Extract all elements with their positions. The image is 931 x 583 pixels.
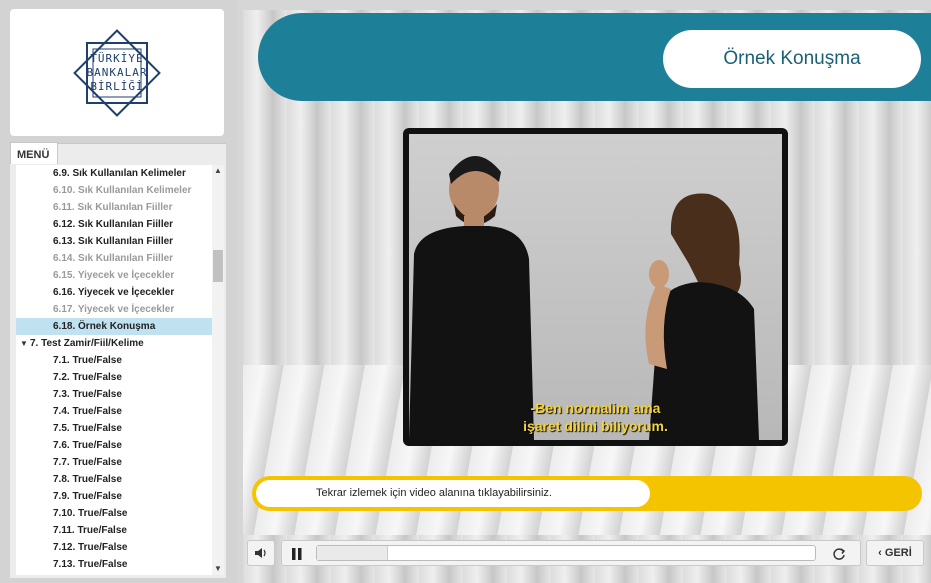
menu-section[interactable]: ▼ 7. Test Zamir/Fiil/Kelime <box>16 335 212 352</box>
menu-item-label: 7.12. True/False <box>53 542 128 553</box>
menu-item-label: 6.18. Örnek Konuşma <box>53 321 156 332</box>
menu-scrollbar[interactable]: ▲ ▼ <box>212 165 224 575</box>
page-title: Örnek Konuşma <box>663 30 921 88</box>
video-frame[interactable]: -Ben normalim ama işaret dilini biliyoru… <box>409 134 782 440</box>
volume-icon <box>255 548 266 558</box>
pause-button[interactable] <box>288 545 306 563</box>
menu-item[interactable]: 7.3. True/False <box>16 386 212 403</box>
logo-line-1: TÜRKİYE <box>90 51 144 65</box>
menu-item[interactable]: 7.11. True/False <box>16 522 212 539</box>
info-bar: Tekrar izlemek için video alanına tıklay… <box>252 476 922 511</box>
menu-item-label: 7.5. True/False <box>53 423 122 434</box>
video-scene <box>409 155 759 440</box>
menu-item[interactable]: 7.10. True/False <box>16 505 212 522</box>
replay-icon <box>833 548 846 560</box>
progress-fill <box>317 546 388 560</box>
menu-item[interactable]: 6.11. Sık Kullanılan Fiiller <box>16 199 212 216</box>
menu-item-label: 6.14. Sık Kullanılan Fiiller <box>53 253 174 264</box>
menu-panel: MENÜ 6.9. Sık Kullanılan Kelimeler 6.10. … <box>10 142 226 578</box>
menu-item[interactable]: 7.5. True/False <box>16 420 212 437</box>
menu-item-label: 7.13. True/False <box>53 559 128 570</box>
menu-item-label: 6.9. Sık Kullanılan Kelimeler <box>53 168 186 179</box>
menu-item[interactable]: 7.4. True/False <box>16 403 212 420</box>
logo-line-3: BİRLİĞİ <box>90 79 144 93</box>
progress-track[interactable] <box>316 545 816 561</box>
menu-item-label: 7.1. True/False <box>53 355 122 366</box>
menu-item-label: 7.7. True/False <box>53 457 122 468</box>
info-message: Tekrar izlemek için video alanına tıklay… <box>256 480 650 507</box>
menu-item-label: 7.4. True/False <box>53 406 122 417</box>
menu-item[interactable]: 6.9. Sık Kullanılan Kelimeler <box>16 165 212 182</box>
menu-item-label: 7. Test Zamir/Fiil/Kelime <box>30 338 144 349</box>
menu-item-label: 7.2. True/False <box>53 372 122 383</box>
menu-item-label: 6.16. Yiyecek ve İçecekler <box>53 287 175 298</box>
volume-button[interactable] <box>247 540 275 566</box>
menu-item-label: 7.10. True/False <box>53 508 128 519</box>
menu-item[interactable]: 7.9. True/False <box>16 488 212 505</box>
video-player[interactable]: -Ben normalim ama işaret dilini biliyoru… <box>403 128 788 446</box>
video-subtitle-line-2: işaret dilini biliyorum. <box>523 418 668 434</box>
menu-item[interactable]: 6.17. Yiyecek ve İçecekler <box>16 301 212 318</box>
menu-item[interactable]: 7.7. True/False <box>16 454 212 471</box>
menu-item[interactable]: 6.16. Yiyecek ve İçecekler <box>16 284 212 301</box>
logo-wordmark: TÜRKİYE BANKALAR BİRLİĞİ <box>10 9 224 136</box>
menu-item[interactable]: 7.12. True/False <box>16 539 212 556</box>
menu-item[interactable]: 6.13. Sık Kullanılan Fiiller <box>16 233 212 250</box>
menu-item[interactable]: 7.13. True/False <box>16 556 212 573</box>
menu-item-label: 6.13. Sık Kullanılan Fiiller <box>53 236 174 247</box>
menu-item-label: 6.17. Yiyecek ve İçecekler <box>53 304 175 315</box>
menu-item-label: 7.6. True/False <box>53 440 122 451</box>
logo: TÜRKİYE BANKALAR BİRLİĞİ <box>10 9 224 136</box>
menu-item[interactable]: 6.12. Sık Kullanılan Fiiller <box>16 216 212 233</box>
menu-tab[interactable]: MENÜ <box>10 142 58 164</box>
pause-icon <box>292 548 302 560</box>
scroll-up-arrow-icon[interactable]: ▲ <box>212 165 224 177</box>
menu-item[interactable]: 7.6. True/False <box>16 437 212 454</box>
menu-item[interactable]: 7.2. True/False <box>16 369 212 386</box>
video-subtitle-line-1: -Ben normalim ama <box>530 400 661 416</box>
menu-item-label: 7.3. True/False <box>53 389 122 400</box>
menu-item[interactable]: 6.15. Yiyecek ve İçecekler <box>16 267 212 284</box>
menu-item[interactable]: 6.14. Sık Kullanılan Fiiller <box>16 250 212 267</box>
menu-item-label: 7.11. True/False <box>53 525 127 536</box>
chevron-left-icon: ‹ <box>878 547 882 559</box>
menu-item-label: 6.12. Sık Kullanılan Fiiller <box>53 219 174 230</box>
expand-caret-icon[interactable]: ▼ <box>20 335 30 352</box>
menu-item-label: 7.8. True/False <box>53 474 122 485</box>
menu-item-label: 7.9. True/False <box>53 491 122 502</box>
scroll-thumb[interactable] <box>213 250 223 282</box>
menu-list: 6.9. Sık Kullanılan Kelimeler 6.10. Sık K… <box>16 165 212 575</box>
content-stage: Örnek Konuşma -Ben normalim ama işaret d… <box>243 10 931 583</box>
back-button[interactable]: ‹ GERİ <box>866 540 924 566</box>
menu-item-label: 6.11. Sık Kullanılan Fiiller <box>53 202 173 213</box>
menu-item[interactable]: 7.8. True/False <box>16 471 212 488</box>
player-controls: ‹ GERİ <box>243 535 931 583</box>
menu-item-label: 6.15. Yiyecek ve İçecekler <box>53 270 175 281</box>
sidebar: TÜRKİYE BANKALAR BİRLİĞİ MENÜ 6.9. Sık K… <box>0 0 237 583</box>
menu-item[interactable]: 7.1. True/False <box>16 352 212 369</box>
menu-item[interactable]: 6.10. Sık Kullanılan Kelimeler <box>16 182 212 199</box>
logo-line-2: BANKALAR <box>86 65 148 79</box>
playback-bar <box>281 540 861 566</box>
replay-button[interactable] <box>830 545 848 563</box>
menu-item[interactable]: 6.18. Örnek Konuşma <box>16 318 212 335</box>
menu-item-label: 6.10. Sık Kullanılan Kelimeler <box>53 185 192 196</box>
back-button-label: GERİ <box>884 547 912 559</box>
scroll-down-arrow-icon[interactable]: ▼ <box>212 563 224 575</box>
title-bar: Örnek Konuşma <box>258 13 931 101</box>
